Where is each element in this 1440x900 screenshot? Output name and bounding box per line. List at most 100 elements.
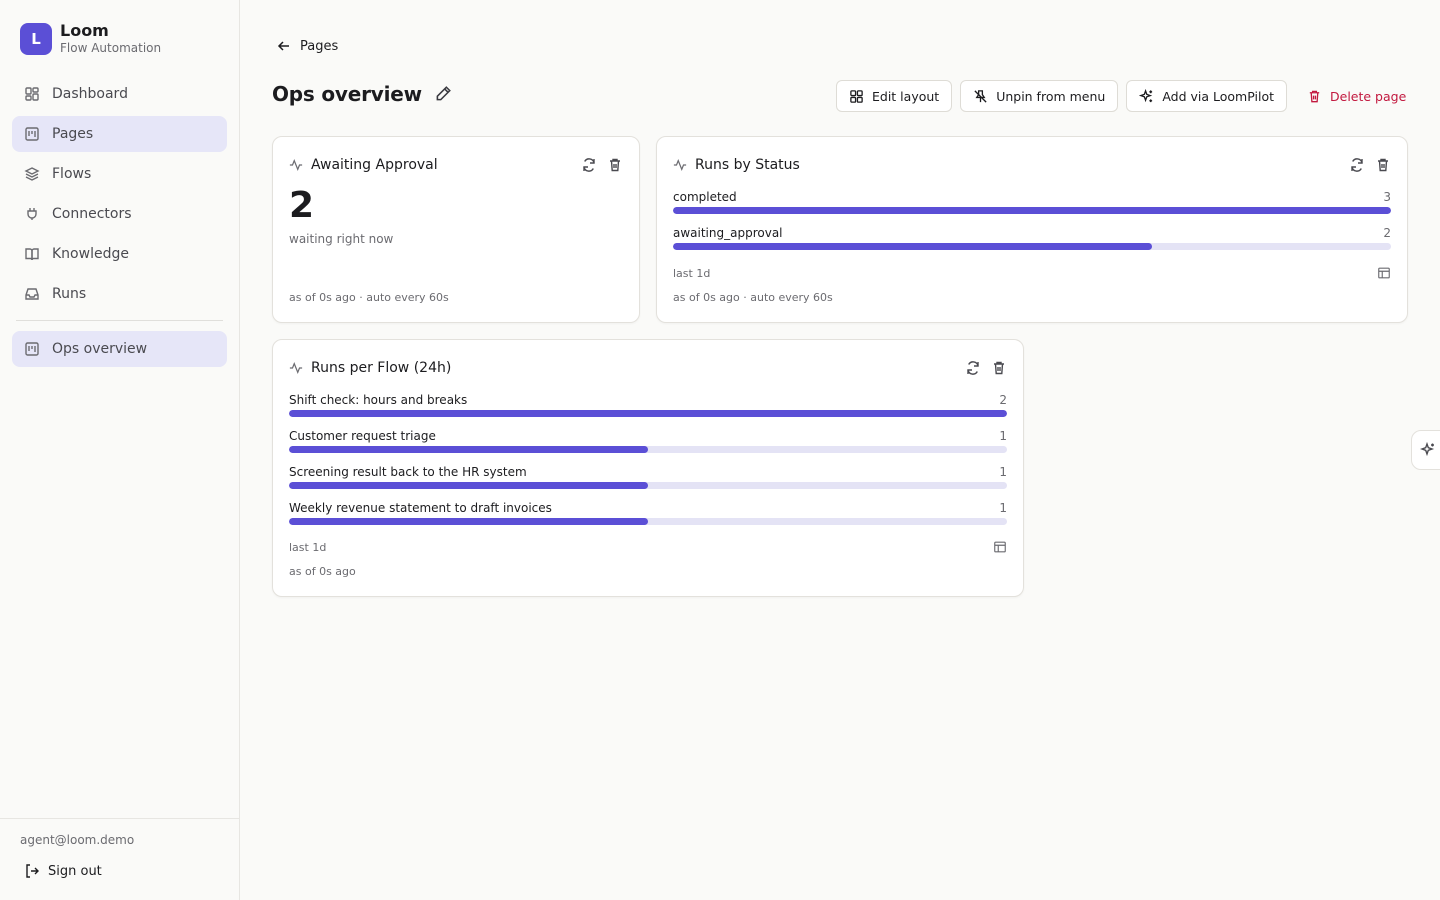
book-icon bbox=[25, 248, 39, 261]
bar-row: awaiting_approval 2 bbox=[673, 226, 1391, 262]
user-email: agent@loom.demo bbox=[20, 833, 135, 847]
sidebar-item-knowledge[interactable]: Knowledge bbox=[12, 236, 227, 272]
widget-meta: as of 0s ago bbox=[289, 565, 356, 578]
pencil-icon[interactable] bbox=[434, 85, 452, 103]
page-actions: Edit layout Unpin from menu Add via Loom… bbox=[836, 80, 1426, 112]
sidebar-item-ops-overview[interactable]: Ops overview bbox=[12, 331, 227, 367]
stat-value: 2 bbox=[289, 185, 315, 226]
back-link-label: Pages bbox=[300, 38, 339, 54]
stat-subtitle: waiting right now bbox=[289, 232, 394, 246]
delete-page-button[interactable]: Delete page bbox=[1295, 80, 1418, 112]
bar-fill bbox=[289, 446, 648, 453]
bar-track bbox=[673, 243, 1391, 250]
bar-label: Weekly revenue statement to draft invoic… bbox=[289, 501, 552, 515]
bar-row: Shift check: hours and breaks 2 bbox=[289, 393, 1007, 429]
widget-tools bbox=[571, 157, 623, 173]
bar-track bbox=[673, 207, 1391, 214]
bar-row: completed 3 bbox=[673, 190, 1391, 226]
plug-icon bbox=[27, 208, 37, 220]
unpin-button[interactable]: Unpin from menu bbox=[960, 80, 1119, 112]
sidebar-footer: agent@loom.demo Sign out bbox=[0, 818, 239, 900]
edit-layout-label: Edit layout bbox=[872, 88, 940, 104]
bar-fill bbox=[289, 410, 1007, 417]
sidebar-item-dashboard[interactable]: Dashboard bbox=[12, 76, 227, 112]
bar-row: Screening result back to the HR system 1 bbox=[289, 465, 1007, 501]
nav-divider bbox=[16, 320, 223, 321]
sidebar-item-pages[interactable]: Pages bbox=[12, 116, 227, 152]
widget-title: Runs by Status bbox=[695, 157, 800, 173]
bar-fill bbox=[673, 207, 1391, 214]
sidebar-item-connectors[interactable]: Connectors bbox=[12, 196, 227, 232]
page-icon bbox=[25, 342, 39, 356]
bar-count: 1 bbox=[999, 429, 1007, 443]
sign-out-button[interactable]: Sign out bbox=[24, 863, 102, 879]
widget-header: Runs by Status bbox=[673, 155, 1391, 175]
page-title: Ops overview bbox=[272, 82, 422, 106]
range-label: last 1d bbox=[289, 540, 327, 554]
sidebar-item-label: Knowledge bbox=[52, 246, 129, 262]
widget-meta: as of 0s ago · auto every 60s bbox=[673, 291, 833, 304]
sidebar-item-flows[interactable]: Flows bbox=[12, 156, 227, 192]
add-via-pilot-label: Add via LoomPilot bbox=[1162, 88, 1274, 104]
widget-runs-by-status: Runs by Status completed 3 awaiting_appr… bbox=[656, 136, 1408, 323]
refresh-icon[interactable] bbox=[1349, 157, 1365, 173]
bar-label: awaiting_approval bbox=[673, 226, 783, 240]
brand-name: Loom bbox=[60, 21, 109, 40]
bar-track bbox=[289, 518, 1007, 525]
trash-icon bbox=[1309, 90, 1320, 102]
bar-label: Shift check: hours and breaks bbox=[289, 393, 468, 407]
sign-out-label: Sign out bbox=[48, 863, 102, 879]
trash-icon[interactable] bbox=[991, 360, 1007, 376]
refresh-icon[interactable] bbox=[581, 157, 597, 173]
sparkles-icon bbox=[1139, 88, 1153, 102]
widget-meta: as of 0s ago · auto every 60s bbox=[289, 291, 449, 304]
layers-icon bbox=[24, 167, 40, 181]
bar-track bbox=[289, 482, 1007, 489]
bar-track bbox=[289, 446, 1007, 453]
back-link[interactable]: Pages bbox=[276, 38, 338, 54]
widget-runs-per-flow: Runs per Flow (24h) Shift check: hours a… bbox=[272, 339, 1024, 597]
widget-tools bbox=[1339, 157, 1391, 173]
activity-icon bbox=[289, 158, 303, 172]
add-via-pilot-button[interactable]: Add via LoomPilot bbox=[1126, 80, 1287, 112]
loompilot-toggle[interactable] bbox=[1411, 430, 1440, 470]
bar-row: Weekly revenue statement to draft invoic… bbox=[289, 501, 1007, 537]
brand-text: Loom Flow Automation bbox=[60, 22, 161, 56]
dashboard-icon bbox=[25, 87, 39, 101]
range-row: last 1d bbox=[289, 539, 1007, 555]
trash-icon[interactable] bbox=[1375, 157, 1391, 173]
bar-label: Screening result back to the HR system bbox=[289, 465, 527, 479]
widget-header: Awaiting Approval bbox=[289, 155, 623, 175]
sidebar-item-label: Connectors bbox=[52, 206, 132, 222]
trash-icon[interactable] bbox=[607, 157, 623, 173]
pages-icon bbox=[25, 127, 39, 141]
bar-fill bbox=[289, 518, 648, 525]
range-row: last 1d bbox=[673, 265, 1391, 281]
bar-count: 1 bbox=[999, 501, 1007, 515]
table-icon[interactable] bbox=[993, 540, 1007, 554]
sparkles-icon bbox=[1420, 442, 1435, 457]
sidebar-item-runs[interactable]: Runs bbox=[12, 276, 227, 312]
sidebar-item-label: Runs bbox=[52, 286, 87, 302]
sidebar-item-label: Dashboard bbox=[52, 86, 128, 102]
brand: L Loom Flow Automation bbox=[20, 22, 161, 56]
bar-track bbox=[289, 410, 1007, 417]
bar-fill bbox=[289, 482, 648, 489]
bar-count: 2 bbox=[1383, 226, 1391, 240]
sign-out-icon bbox=[26, 864, 39, 878]
table-icon[interactable] bbox=[1377, 266, 1391, 280]
edit-layout-button[interactable]: Edit layout bbox=[836, 80, 953, 112]
bar-list: Shift check: hours and breaks 2 Customer… bbox=[289, 393, 1007, 537]
range-label: last 1d bbox=[673, 266, 711, 280]
sidebar-item-label: Ops overview bbox=[52, 341, 148, 357]
arrow-left-icon bbox=[277, 41, 289, 51]
brand-logo: L bbox=[20, 23, 52, 55]
widget-awaiting-approval: Awaiting Approval 2 waiting right now as… bbox=[272, 136, 640, 323]
refresh-icon[interactable] bbox=[965, 360, 981, 376]
sidebar-item-label: Flows bbox=[52, 166, 92, 182]
widget-tools bbox=[955, 360, 1007, 376]
pin-off-icon bbox=[974, 89, 987, 103]
bar-list: completed 3 awaiting_approval 2 bbox=[673, 190, 1391, 262]
bar-count: 2 bbox=[999, 393, 1007, 407]
sidebar-nav: Dashboard Pages Flows Connectors Knowled… bbox=[12, 76, 227, 371]
